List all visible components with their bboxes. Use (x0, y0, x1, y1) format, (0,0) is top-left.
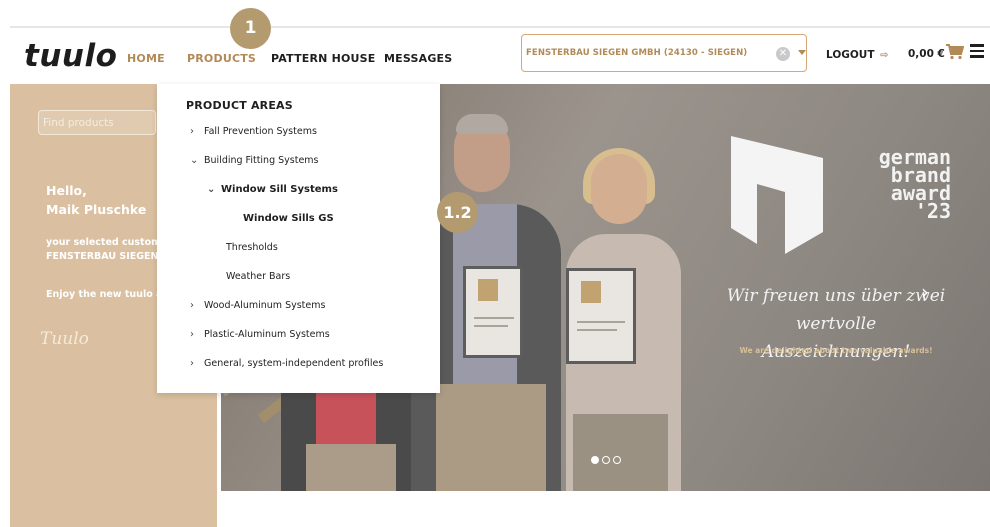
menu-item-plastic-aluminum[interactable]: › Plastic-Aluminum Systems (190, 329, 330, 340)
nav-products[interactable]: PRODUCTS (187, 52, 256, 65)
menu-item-wood-aluminum[interactable]: › Wood-Aluminum Systems (190, 300, 325, 311)
chevron-down-icon: ⌄ (207, 184, 216, 195)
hero-caption: We are delighted about two valuable awar… (739, 346, 933, 355)
clear-icon[interactable]: ✕ (776, 47, 790, 61)
greeting-user-name: Maik Pluschke (46, 202, 147, 217)
slider-dot[interactable] (591, 456, 599, 464)
man-hair (456, 114, 508, 134)
menu-item-building-fitting[interactable]: ⌄ Building Fitting Systems (190, 155, 319, 166)
nav-pattern-house[interactable]: PATTERN HOUSE (271, 52, 376, 65)
menu-item-window-sills-gs[interactable]: Window Sills GS (243, 213, 334, 224)
nav-home[interactable]: HOME (127, 52, 165, 65)
logout-icon: ⇨ (880, 50, 889, 61)
greeting-hello: Hello, (46, 183, 87, 198)
selected-customer-name: FENSTERBAU SIEGEN (46, 251, 159, 262)
products-dropdown-menu: PRODUCT AREAS › Fall Prevention Systems ⌄… (157, 84, 440, 393)
chevron-right-icon: › (190, 300, 194, 311)
menu-item-weather-bars[interactable]: Weather Bars (226, 271, 290, 282)
customer-select-value: FENSTERBAU SIEGEN GMBH (24130 - SIEGEN) (526, 48, 748, 58)
woman-legs (573, 414, 668, 491)
chevron-right-icon: › (190, 126, 194, 137)
tuulo-logo[interactable]: tuulo (24, 38, 117, 74)
selected-customer-label: your selected custom (46, 237, 162, 248)
logout-label: LOGOUT (826, 49, 875, 61)
chevron-down-icon[interactable] (798, 50, 806, 55)
person-left-legs (306, 444, 396, 491)
tuulo-signature: Tuulo (40, 329, 89, 349)
nav-messages[interactable]: MESSAGES (384, 52, 452, 65)
man-legs (436, 384, 546, 491)
chevron-down-icon: ⌄ (190, 155, 199, 166)
german-brand-award-text: german brand award '23 (878, 145, 951, 223)
cart-icon[interactable] (946, 44, 964, 60)
slider-dot[interactable] (613, 456, 621, 464)
slider-pagination (591, 456, 621, 464)
cart-total: 0,00 € (908, 48, 945, 60)
hamburger-menu-icon[interactable] (970, 44, 984, 58)
award-certificate (566, 268, 636, 364)
enjoy-text: Enjoy the new tuulo a (46, 289, 163, 300)
top-header: tuulo HOME PRODUCTS PATTERN HOUSE MESSAG… (10, 28, 990, 84)
slider-next-arrow-icon[interactable]: › (921, 280, 929, 304)
menu-item-window-sill-systems[interactable]: ⌄ Window Sill Systems (207, 184, 338, 195)
greeting: Hello, Maik Pluschke (46, 181, 146, 219)
step-badge-1-2: 1.2 (437, 192, 478, 233)
product-areas-title: PRODUCT AREAS (186, 99, 293, 112)
slider-dot[interactable] (602, 456, 610, 464)
menu-item-general-profiles[interactable]: › General, system-independent profiles (190, 358, 383, 369)
customer-select[interactable]: FENSTERBAU SIEGEN GMBH (24130 - SIEGEN) … (521, 34, 807, 72)
chevron-right-icon: › (190, 329, 194, 340)
step-badge-1: 1 (230, 8, 271, 49)
woman-head (591, 154, 647, 224)
menu-item-thresholds[interactable]: Thresholds (226, 242, 278, 253)
german-brand-award-logo (731, 136, 823, 254)
logout-button[interactable]: LOGOUT ⇨ (826, 49, 889, 61)
product-search-input[interactable] (38, 110, 156, 135)
award-certificate (463, 266, 523, 358)
chevron-right-icon: › (190, 358, 194, 369)
menu-item-fall-prevention[interactable]: › Fall Prevention Systems (190, 126, 317, 137)
selected-customer-text: your selected custom FENSTERBAU SIEGEN (46, 236, 161, 264)
